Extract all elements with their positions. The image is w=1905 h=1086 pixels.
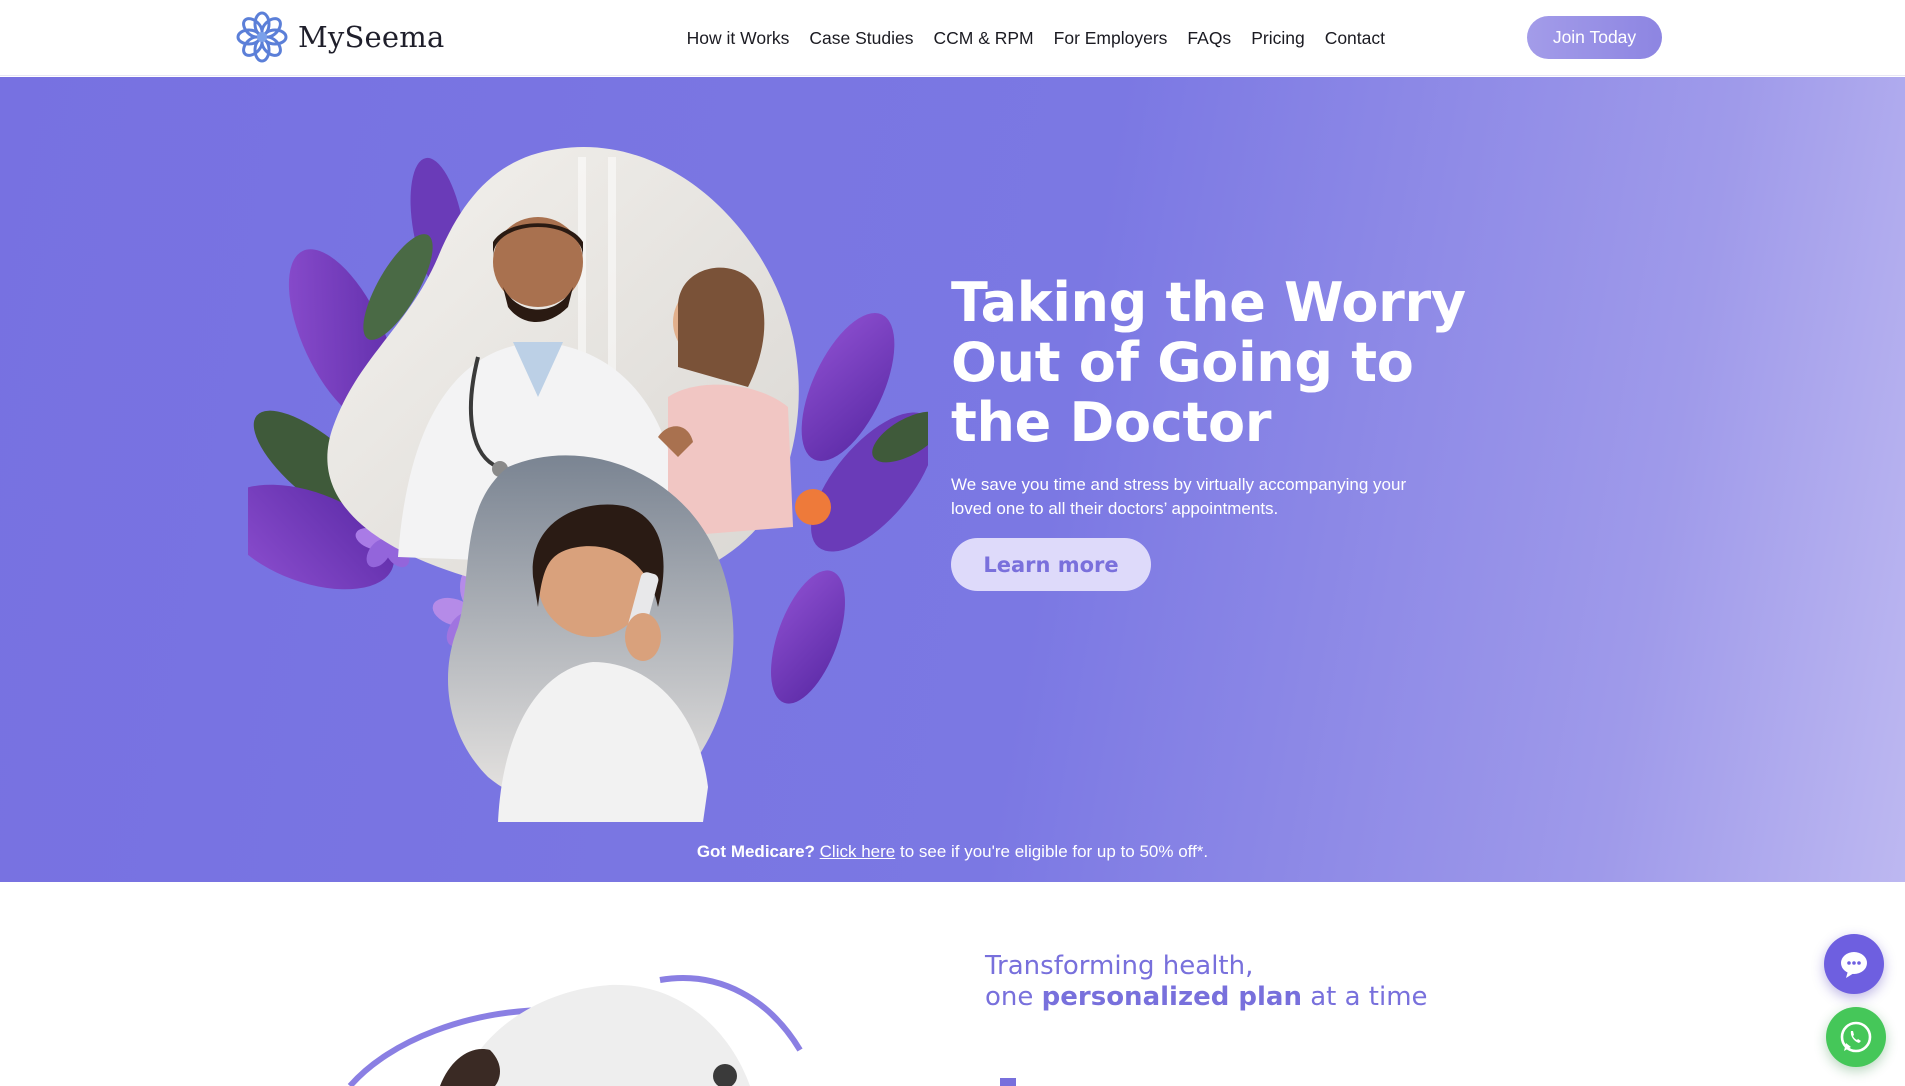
- tagline-pre: one: [985, 982, 1042, 1012]
- medicare-banner: Got Medicare? Click here to see if you'r…: [0, 842, 1905, 862]
- nav-for-employers[interactable]: For Employers: [1054, 28, 1168, 49]
- hero-title: Taking the Worry Out of Going to the Doc…: [951, 273, 1511, 453]
- tagline-line-2: one personalized plan at a time: [985, 982, 1428, 1013]
- tagline-emphasis: personalized plan: [1041, 982, 1302, 1012]
- main-nav: How it Works Case Studies CCM & RPM For …: [687, 0, 1385, 76]
- whatsapp-button[interactable]: [1826, 1007, 1886, 1067]
- flower-logo-icon: [236, 11, 288, 63]
- medicare-click-here-link[interactable]: Click here: [820, 842, 896, 861]
- whatsapp-icon: [1840, 1021, 1872, 1053]
- nav-pricing[interactable]: Pricing: [1251, 28, 1305, 49]
- hero-title-line-3: the Doctor: [951, 391, 1272, 454]
- chat-widget-button[interactable]: [1824, 934, 1884, 994]
- site-header: MySeema How it Works Case Studies CCM & …: [0, 0, 1905, 76]
- nav-faqs[interactable]: FAQs: [1187, 28, 1231, 49]
- join-today-button[interactable]: Join Today: [1527, 16, 1662, 59]
- nav-how-it-works[interactable]: How it Works: [687, 28, 790, 49]
- medicare-question: Got Medicare?: [696, 842, 815, 861]
- nav-contact[interactable]: Contact: [1325, 28, 1385, 49]
- chat-bubble-icon: [1841, 952, 1867, 978]
- section-tagline: Transforming health, one personalized pl…: [985, 951, 1428, 1013]
- section-illustration: [347, 975, 803, 1086]
- tagline-post: at a time: [1301, 982, 1428, 1012]
- learn-more-button[interactable]: Learn more: [951, 538, 1151, 591]
- medicare-eligibility-text: to see if you're eligible for up to 50% …: [895, 842, 1209, 861]
- nav-ccm-rpm[interactable]: CCM & RPM: [934, 28, 1034, 49]
- tagline-line-1: Transforming health,: [985, 951, 1254, 981]
- hero-illustration: [248, 147, 928, 822]
- logo-text: MySeema: [298, 20, 445, 54]
- hero-section: Taking the Worry Out of Going to the Doc…: [0, 77, 1905, 882]
- logo[interactable]: MySeema: [234, 9, 444, 65]
- hero-title-line-1: Taking the Worry: [951, 271, 1466, 334]
- nav-case-studies[interactable]: Case Studies: [809, 28, 913, 49]
- hero-subtitle: We save you time and stress by virtually…: [951, 475, 1407, 518]
- hero-title-line-2: Out of Going to: [951, 331, 1414, 394]
- section-heading-fragment: [1000, 1078, 1016, 1086]
